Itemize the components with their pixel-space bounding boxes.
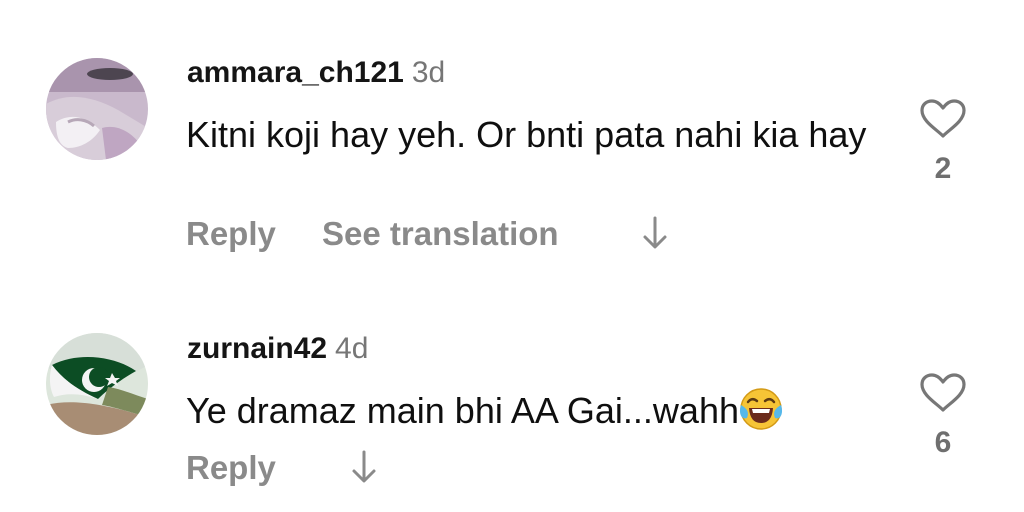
laughing-with-tears-emoji-icon	[739, 388, 783, 430]
arrow-down-icon[interactable]	[642, 216, 668, 250]
profile-photo-icon	[46, 58, 148, 160]
avatar[interactable]	[46, 333, 148, 435]
comment-text: Kitni koji hay yeh. Or bnti pata nahi ki…	[186, 114, 867, 155]
comment-age: 3d	[411, 56, 446, 89]
see-translation-button[interactable]: See translation	[322, 214, 559, 254]
like-count: 2	[934, 152, 952, 185]
comment-actions: Reply See translation	[186, 214, 706, 254]
like-control: 2	[918, 98, 968, 186]
heart-outline-icon[interactable]	[919, 98, 967, 140]
reply-button[interactable]: Reply	[186, 448, 276, 488]
username[interactable]: zurnain42	[187, 332, 327, 365]
arrow-down-icon[interactable]	[351, 450, 377, 484]
username[interactable]: ammara_ch121	[187, 56, 404, 89]
comment-text-content: Ye dramaz main bhi AA Gai...wahh	[186, 390, 739, 431]
comment-item: zurnain42 4d Ye dramaz main bhi AA Gai...…	[0, 260, 1024, 512]
like-count: 6	[934, 426, 952, 459]
comment-actions: Reply	[186, 448, 406, 488]
like-control: 6	[918, 372, 968, 460]
comment-age: 4d	[335, 332, 369, 365]
avatar[interactable]	[46, 58, 148, 160]
heart-outline-icon[interactable]	[919, 372, 967, 414]
reply-button[interactable]: Reply	[186, 214, 276, 254]
comment-item: ammara_ch121 3d Kitni koji hay yeh. Or bn…	[0, 0, 1024, 260]
pakistan-flag-photo-icon	[46, 333, 148, 435]
comment-meta: ammara_ch121 3d	[187, 56, 445, 90]
comment-text: Ye dramaz main bhi AA Gai...wahh	[186, 387, 876, 435]
comment-meta: zurnain42 4d	[187, 332, 368, 366]
